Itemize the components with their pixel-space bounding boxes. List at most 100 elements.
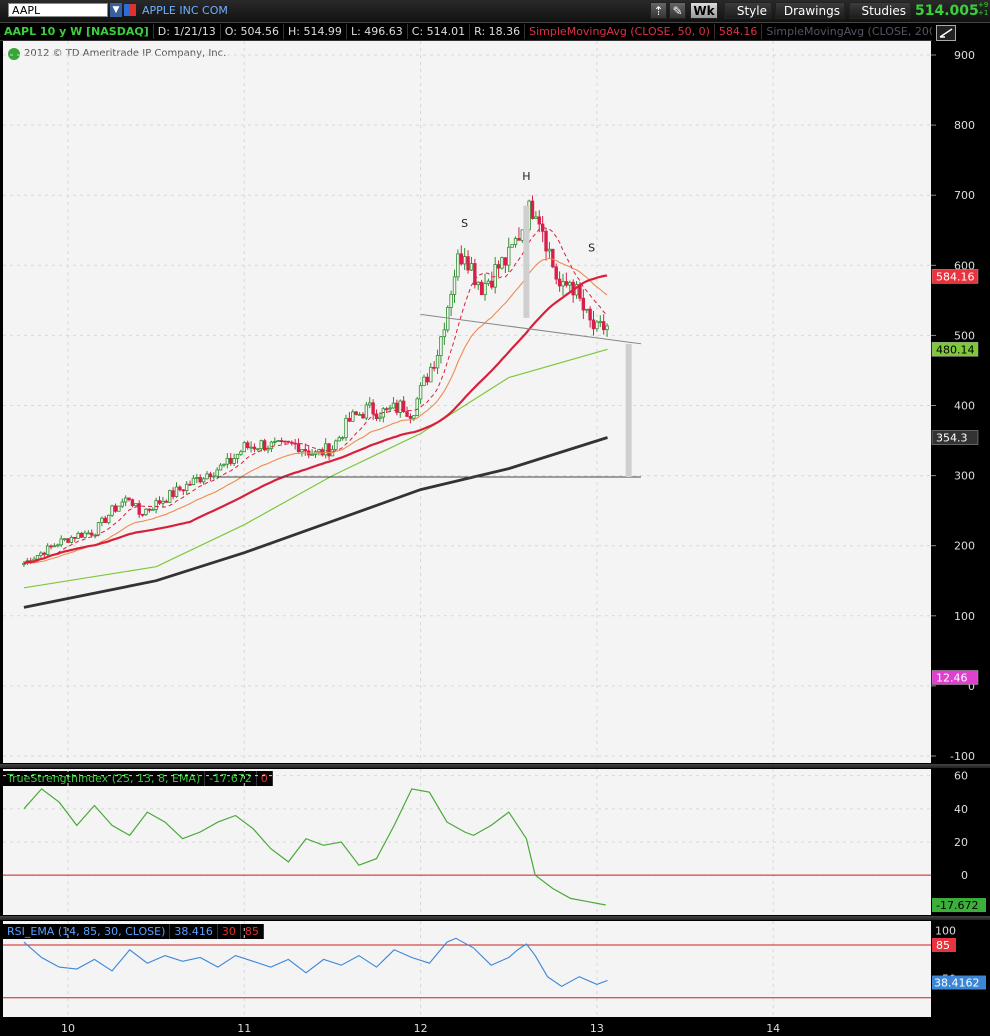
candle: [490, 280, 494, 288]
candle: [123, 497, 128, 503]
candle: [195, 477, 199, 479]
candle: [249, 446, 253, 449]
candle: [276, 440, 280, 442]
candle: [547, 248, 552, 252]
candle: [215, 469, 219, 477]
candle: [452, 276, 457, 295]
tsi-tick-label: 40: [954, 803, 968, 816]
candle: [323, 443, 328, 456]
price-badge-label: 480.14: [936, 343, 975, 356]
price-tick-label: 800: [954, 119, 975, 132]
sma200-line: [23, 436, 608, 609]
candle: [86, 532, 91, 535]
candle: [432, 366, 436, 369]
tsi-tick-label: 0: [961, 869, 968, 882]
candle: [66, 538, 70, 543]
candle: [45, 545, 50, 555]
price-badge: 12.46: [931, 670, 979, 685]
candle: [49, 545, 53, 548]
candle: [561, 281, 565, 287]
tsi-badge-label: -17.672: [936, 899, 978, 912]
candle: [391, 402, 396, 409]
candle: [212, 475, 216, 478]
candle: [134, 503, 138, 507]
candle: [300, 449, 304, 453]
candle: [568, 281, 572, 286]
candle: [73, 536, 77, 539]
candle: [530, 200, 535, 219]
candle: [442, 329, 447, 338]
candle: [103, 517, 107, 523]
candle: [344, 417, 348, 439]
candle: [90, 532, 94, 536]
candle: [415, 398, 419, 417]
candle: [157, 500, 162, 504]
candle: [106, 514, 111, 523]
candle: [130, 499, 135, 507]
candle: [405, 411, 409, 417]
candle: [147, 508, 152, 511]
candle: [69, 536, 74, 543]
candle: [327, 443, 331, 457]
candle: [229, 457, 233, 464]
candle: [164, 500, 169, 503]
candle: [425, 376, 430, 383]
candle: [35, 555, 40, 560]
chart-canvas[interactable]: 10 11 12 13 149008007006005004003002001000-1…: [0, 0, 990, 1036]
candle: [585, 308, 589, 311]
candle: [232, 458, 236, 464]
price-badge-label: 12.46: [936, 671, 968, 684]
date-tick-label: 11: [237, 1022, 251, 1035]
date-tick-label: 12: [414, 1022, 428, 1035]
candle: [564, 281, 569, 286]
candle: [242, 442, 246, 453]
candle: [198, 477, 202, 483]
candle: [384, 408, 389, 411]
candle: [462, 256, 467, 265]
candle: [598, 321, 602, 324]
candle: [456, 253, 460, 278]
candle: [120, 501, 124, 507]
candle: [42, 552, 46, 555]
candle: [239, 451, 243, 455]
candle: [537, 216, 541, 225]
candle: [334, 440, 338, 450]
price-tick-label: -100: [950, 750, 975, 763]
candle: [439, 336, 443, 356]
measured-move-bar: [625, 343, 632, 478]
candle: [154, 500, 158, 510]
candle: [52, 545, 57, 548]
candle: [269, 441, 274, 449]
tsi-tick-label: 20: [954, 836, 968, 849]
candle: [117, 505, 121, 512]
candles-group: [22, 195, 609, 567]
candle: [595, 321, 599, 330]
candle: [551, 248, 555, 268]
candle: [429, 366, 433, 383]
candle: [310, 454, 314, 456]
candle: [388, 407, 392, 410]
candle: [171, 490, 175, 497]
candle: [76, 532, 80, 539]
price-badge: 584.16: [931, 269, 979, 284]
candle: [303, 449, 308, 452]
price-badge: 480.14: [931, 342, 979, 357]
candle: [96, 522, 101, 536]
price-badge-label: 584.16: [936, 270, 975, 283]
candle: [496, 264, 501, 269]
candle: [601, 321, 606, 331]
candle: [218, 464, 223, 471]
price-tick-label: 400: [954, 400, 975, 413]
candle: [252, 446, 257, 450]
candle: [412, 415, 416, 419]
sma50-line: [23, 274, 608, 565]
candle: [500, 257, 504, 269]
candle: [357, 413, 362, 416]
price-tick-label: 900: [954, 49, 975, 62]
candle: [351, 411, 355, 422]
candle: [188, 483, 192, 486]
candle: [79, 532, 84, 538]
candle: [83, 532, 87, 538]
candle: [100, 517, 104, 524]
candle: [473, 263, 477, 286]
